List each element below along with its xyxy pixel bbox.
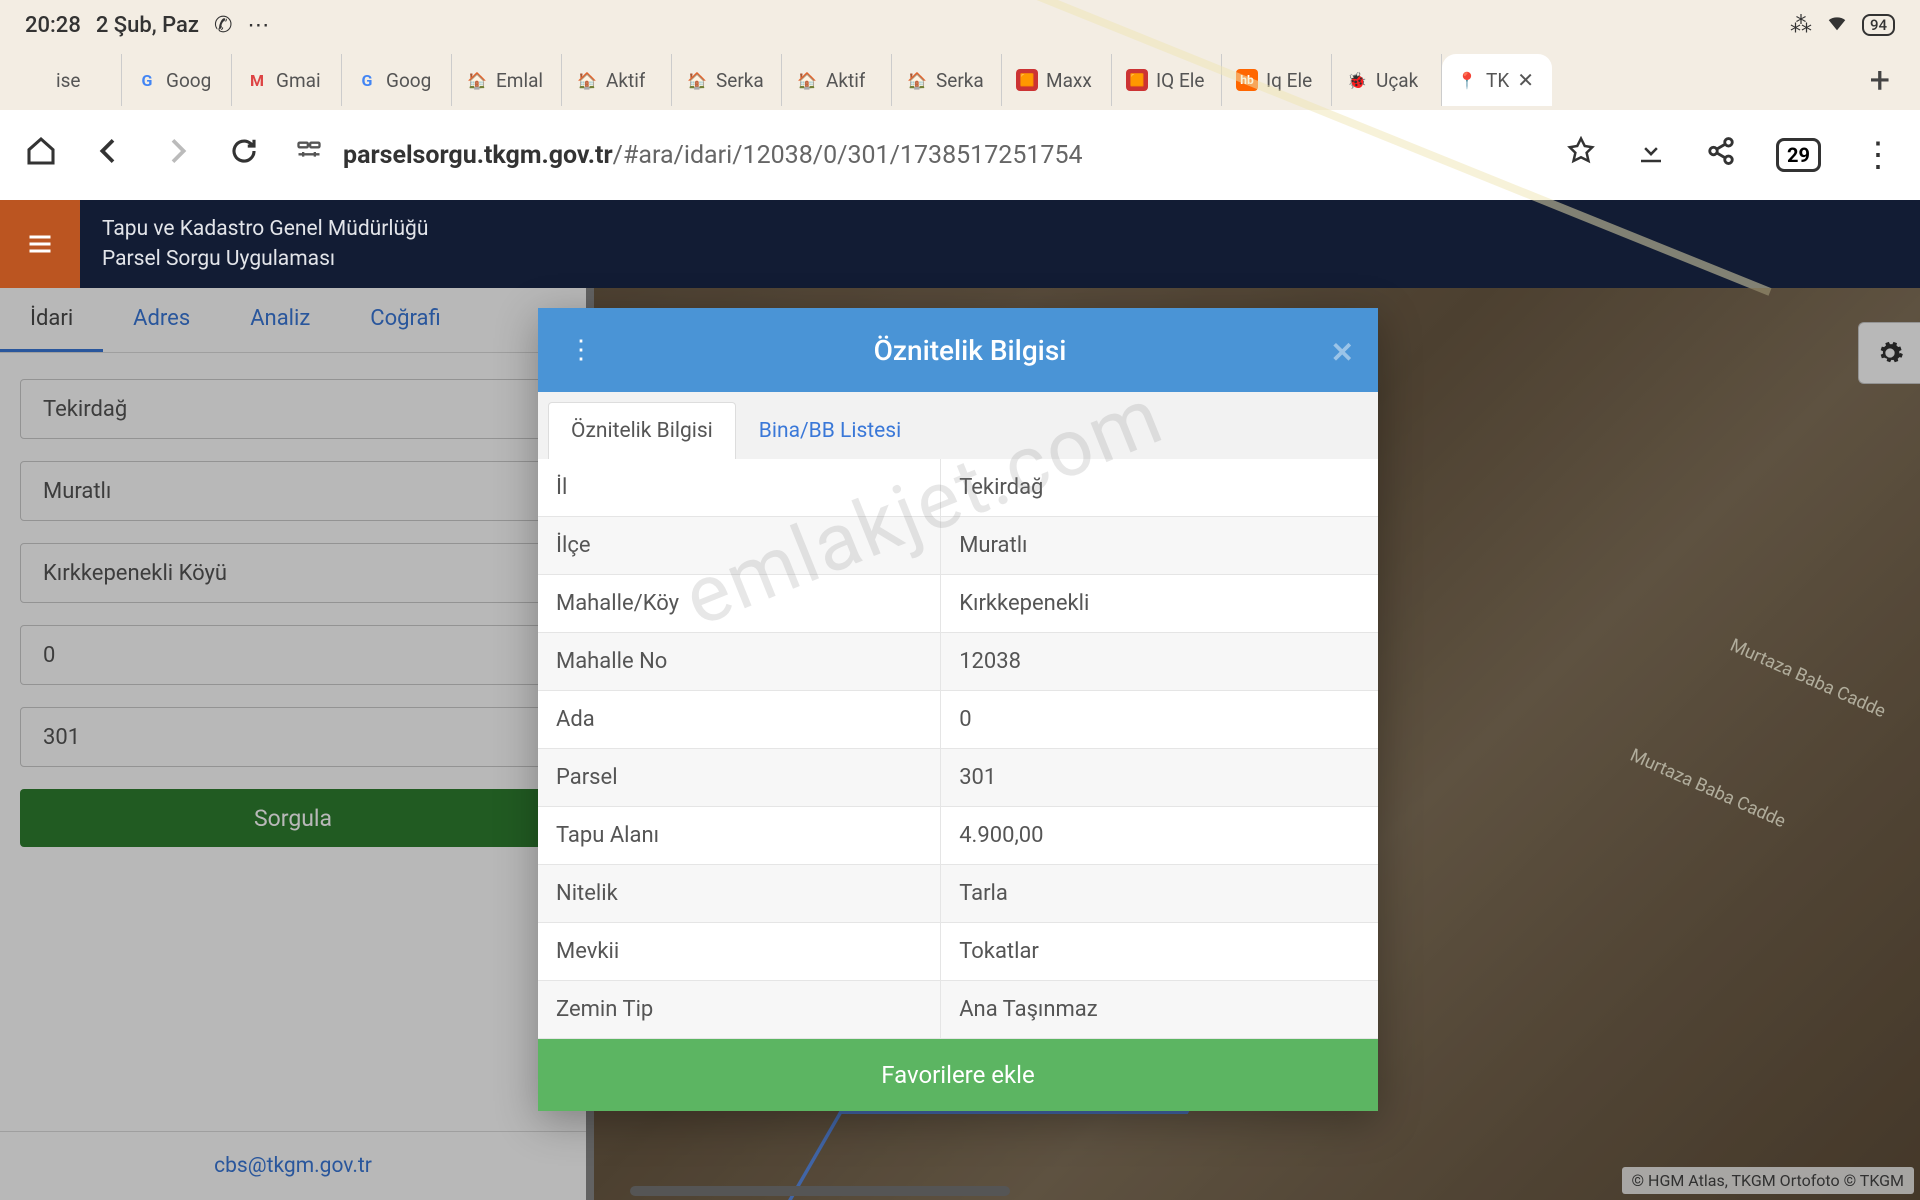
tab-0[interactable]: ise [12,54,122,106]
table-row: İlçeMuratlı [538,517,1378,575]
tab-7[interactable]: 🏠Aktif [782,54,892,106]
new-tab-button[interactable]: + [1852,59,1908,101]
modal-title: Öznitelik Bilgisi [592,334,1348,367]
tab-3[interactable]: GGoog [342,54,452,106]
battery-level: 94 [1862,14,1895,36]
tab-9[interactable]: 🟧Maxx [1002,54,1112,106]
table-row: MevkiiTokatlar [538,923,1378,981]
app-title-1: Tapu ve Kadastro Genel Müdürlüğü [102,214,428,244]
app-title-2: Parsel Sorgu Uygulaması [102,244,428,274]
horizontal-scrollbar[interactable] [630,1186,1010,1196]
bookmark-star-icon[interactable] [1566,135,1596,175]
bluetooth-icon: ⁂ [1790,13,1812,38]
reload-icon[interactable] [229,135,259,175]
table-row: Tapu Alanı4.900,00 [538,807,1378,865]
browser-address-bar: parselsorgu.tkgm.gov.tr/#ara/idari/12038… [0,110,1920,200]
tab-count-badge[interactable]: 29 [1776,138,1821,172]
hamburger-menu-button[interactable] [0,200,80,288]
url-bar[interactable]: parselsorgu.tkgm.gov.tr/#ara/idari/12038… [295,138,1530,173]
tab-4[interactable]: 🏠Emlal [452,54,562,106]
tab-8[interactable]: 🏠Serka [892,54,1002,106]
browser-tabs-bar: ise GGoog MGmai GGoog 🏠Emlal 🏠Aktif 🏠Ser… [0,50,1920,110]
table-row: Ada0 [538,691,1378,749]
table-row: Mahalle No12038 [538,633,1378,691]
site-settings-icon[interactable] [295,138,323,173]
more-notifications-icon: ⋯ [247,13,269,38]
device-status-bar: 20:28 2 Şub, Paz ✆ ⋯ ⁂ 94 [0,0,1920,50]
add-favorites-button[interactable]: Favorilere ekle [538,1039,1378,1111]
table-row: Mahalle/KöyKırkkepenekli [538,575,1378,633]
whatsapp-icon: ✆ [214,13,232,38]
tab-6[interactable]: 🏠Serka [672,54,782,106]
back-icon[interactable] [93,135,125,176]
home-icon[interactable] [25,135,57,176]
tab-12[interactable]: 🐞Uçak [1332,54,1442,106]
modal-tab-bina[interactable]: Bina/BB Listesi [736,402,924,459]
url-text: parselsorgu.tkgm.gov.tr/#ara/idari/12038… [343,141,1083,170]
table-row: Zemin TipAna Taşınmaz [538,981,1378,1039]
tab-5[interactable]: 🏠Aktif [562,54,672,106]
table-row: İlTekirdağ [538,459,1378,517]
table-row: NitelikTarla [538,865,1378,923]
attribute-info-modal: ⋮ Öznitelik Bilgisi ✕ Öznitelik Bilgisi … [538,308,1378,1111]
table-row: Parsel301 [538,749,1378,807]
modal-menu-icon[interactable]: ⋮ [568,335,592,365]
date: 2 Şub, Paz [96,13,199,38]
tab-active[interactable]: 📍TK✕ [1442,54,1552,106]
share-icon[interactable] [1706,135,1736,175]
tab-2[interactable]: MGmai [232,54,342,106]
app-header: Tapu ve Kadastro Genel Müdürlüğü Parsel … [0,200,1920,288]
attribute-table: İlTekirdağ İlçeMuratlı Mahalle/KöyKırkke… [538,459,1378,1039]
close-tab-icon[interactable]: ✕ [1517,68,1534,92]
modal-close-button[interactable]: ✕ [1331,336,1354,369]
wifi-icon [1826,11,1848,39]
download-icon[interactable] [1636,135,1666,175]
tab-1[interactable]: GGoog [122,54,232,106]
modal-tab-attributes[interactable]: Öznitelik Bilgisi [548,402,736,459]
clock: 20:28 [25,13,81,38]
browser-menu-icon[interactable]: ⋮ [1861,135,1895,175]
forward-icon [161,135,193,176]
